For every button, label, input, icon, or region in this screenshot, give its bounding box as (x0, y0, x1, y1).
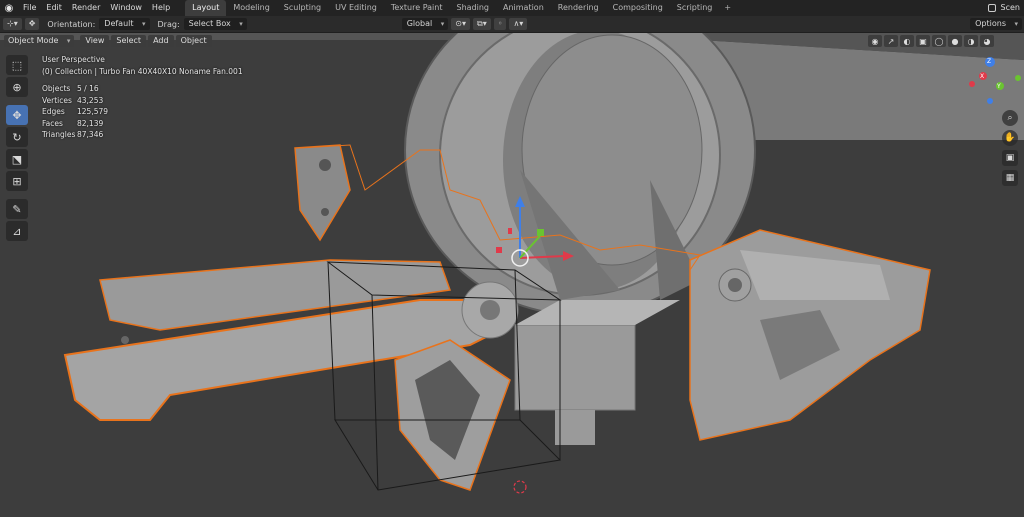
stat-edges: Edges 125,579 (42, 107, 109, 116)
tab-animation[interactable]: Animation (496, 0, 551, 16)
chevron-down-icon: ▾ (239, 20, 243, 28)
editor-type-icon[interactable]: ⊹▾ (3, 18, 22, 30)
transform-orientation-value: Global (406, 19, 433, 28)
menu-object[interactable]: Object (175, 35, 212, 47)
overlay-toggle-icon[interactable]: ◐ (900, 35, 914, 47)
xray-icon[interactable]: ▣ (916, 35, 930, 47)
top-menubar: ◉ File Edit Render Window Help Layout Mo… (0, 0, 1024, 16)
mode-value: Object Mode (8, 36, 59, 45)
scene-icon (987, 4, 996, 12)
orientation-dropdown[interactable]: Default ▾ (99, 18, 150, 30)
stat-vertices: Vertices 43,253 (42, 95, 104, 105)
annotate-icon[interactable]: ✎ (6, 199, 28, 219)
menu-select[interactable]: Select (111, 35, 147, 47)
gizmo-z-label: Z (987, 58, 992, 65)
scene-name: Scen (1000, 3, 1020, 12)
3d-cursor-icon[interactable]: ⊕ (6, 77, 28, 97)
viewport-header: Object Mode ▾ View Select Add Object ◉ ↗ … (0, 33, 1024, 49)
orientation-label: Orientation: (47, 19, 96, 29)
tab-texture-paint[interactable]: Texture Paint (384, 0, 450, 16)
chevron-down-icon: ▾ (1014, 20, 1018, 28)
tab-rendering[interactable]: Rendering (551, 0, 606, 16)
menu-edit[interactable]: Edit (41, 0, 67, 16)
workspace-tabs: Layout Modeling Sculpting UV Editing Tex… (185, 0, 736, 16)
wireframe-shading-icon[interactable]: ◯ (932, 35, 946, 47)
tab-layout[interactable]: Layout (185, 0, 227, 16)
chevron-down-icon: ▾ (142, 20, 146, 28)
solid-shading-icon[interactable]: ● (948, 35, 962, 47)
move-icon[interactable]: ✥ (6, 105, 28, 125)
zoom-icon[interactable]: ⌕ (1002, 110, 1018, 126)
tab-scripting[interactable]: Scripting (670, 0, 720, 16)
viewport-shading-controls: ◉ ↗ ◐ ▣ ◯ ● ◑ ◕ (866, 35, 994, 47)
options-label: Options (975, 19, 1006, 28)
menu-view[interactable]: View (80, 35, 110, 47)
mode-dropdown[interactable]: Object Mode ▾ (4, 35, 75, 47)
tool-header: ⊹▾ ✥ Orientation: Default ▾ Drag: Select … (0, 16, 1024, 33)
drag-value: Select Box (188, 19, 231, 28)
blender-logo-icon[interactable]: ◉ (0, 0, 18, 16)
transform-orientation-dropdown[interactable]: Global ▾ (401, 18, 449, 30)
collection-info: (0) Collection | Turbo Fan 40X40X10 Nona… (42, 66, 243, 76)
material-shading-icon[interactable]: ◑ (964, 35, 978, 47)
grid-icon[interactable]: ▦ (1002, 170, 1018, 186)
tab-modeling[interactable]: Modeling (226, 0, 276, 16)
stat-faces: Faces 82,139 (42, 118, 104, 128)
gizmo-y-label: Y (997, 83, 1001, 90)
proportional-edit-icon[interactable]: ◦ (493, 18, 507, 30)
orientation-value: Default (104, 19, 134, 28)
scale-icon[interactable]: ⬔ (6, 149, 28, 169)
gizmo-toggle-icon[interactable]: ↗ (884, 35, 898, 47)
scene-selector[interactable]: Scen (985, 0, 1024, 16)
tab-sculpting[interactable]: Sculpting (277, 0, 328, 16)
options-dropdown[interactable]: Options ▾ (970, 18, 1022, 30)
navigation-controls: ⌕ ✋ ▣ ▦ (1002, 108, 1018, 188)
move-tool-icon[interactable]: ✥ (24, 18, 40, 30)
menu-window[interactable]: Window (105, 0, 147, 16)
cursor-select-icon[interactable]: ⬚ (6, 55, 28, 75)
menu-help[interactable]: Help (147, 0, 175, 16)
gizmo-x-label: X (980, 73, 985, 80)
visibility-icon[interactable]: ◉ (868, 35, 882, 47)
tab-uv-editing[interactable]: UV Editing (328, 0, 384, 16)
drag-label: Drag: (157, 19, 180, 29)
snap-icon[interactable]: ⧉▾ (472, 18, 491, 30)
viewport-info-overlay: User Perspective (0) Collection | Turbo … (42, 54, 243, 141)
left-toolbar: ⬚ ⊕ ✥ ↻ ⬔ ⊞ ✎ ⊿ (4, 54, 30, 242)
rendered-shading-icon[interactable]: ◕ (980, 35, 994, 47)
camera-icon[interactable]: ▣ (1002, 150, 1018, 166)
rotate-icon[interactable]: ↻ (6, 127, 28, 147)
stat-triangles: Triangles 87,346 (42, 130, 104, 139)
menu-add[interactable]: Add (148, 35, 174, 47)
transform-icon[interactable]: ⊞ (6, 171, 28, 191)
pivot-point-icon[interactable]: ⊙▾ (451, 18, 470, 30)
view-name: User Perspective (42, 55, 105, 64)
menu-file[interactable]: File (18, 0, 41, 16)
scene-stats: Objects 5 / 16 Vertices 43,253 Edges 125,57… (42, 83, 243, 141)
pan-hand-icon[interactable]: ✋ (1002, 130, 1018, 146)
add-workspace-button[interactable]: + (719, 0, 736, 16)
tab-compositing[interactable]: Compositing (606, 0, 670, 16)
stat-objects: Objects 5 / 16 (42, 84, 99, 93)
chevron-down-icon: ▾ (440, 20, 445, 28)
nav-gizmo[interactable]: Z X Y (980, 57, 1024, 107)
drag-dropdown[interactable]: Select Box ▾ (183, 18, 247, 30)
tab-shading[interactable]: Shading (449, 0, 496, 16)
menu-render[interactable]: Render (67, 0, 105, 16)
chevron-down-icon: ▾ (66, 37, 71, 45)
measure-icon[interactable]: ⊿ (6, 221, 28, 241)
falloff-icon[interactable]: ∧▾ (509, 18, 528, 30)
